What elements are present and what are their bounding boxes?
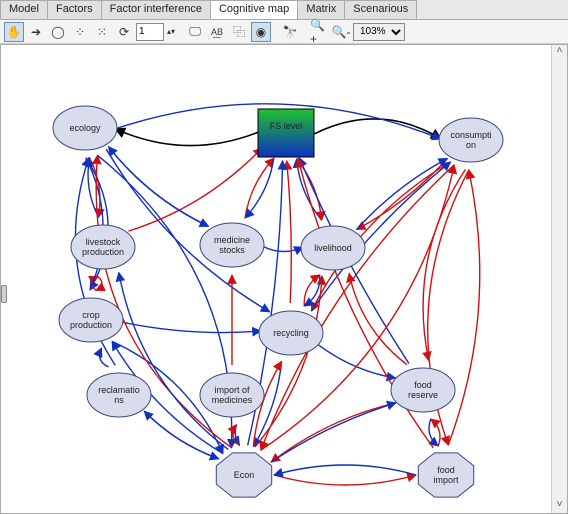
spin-input[interactable] bbox=[136, 23, 164, 41]
node-ecology[interactable]: ecology bbox=[53, 106, 117, 150]
node-food_reserve[interactable]: foodreserve bbox=[391, 368, 455, 412]
edge-medicine_stocks-livelihood[interactable] bbox=[262, 246, 303, 252]
find-button[interactable]: 🔭 bbox=[280, 22, 300, 42]
node-medicine_stocks[interactable]: medicinestocks bbox=[200, 223, 264, 267]
node-food_import[interactable]: foodimport bbox=[418, 453, 473, 497]
hand-tool-button[interactable]: ✋ bbox=[4, 22, 24, 42]
canvas[interactable]: FS level ecology consumption livestockprodu… bbox=[0, 44, 568, 514]
edge-recycling-fs[interactable] bbox=[287, 161, 292, 303]
spin-up-button[interactable]: ▴▾ bbox=[166, 22, 176, 42]
edge-econ-livestock[interactable] bbox=[119, 273, 228, 450]
display-button[interactable]: 🖵 bbox=[185, 22, 205, 42]
vertical-scrollbar[interactable]: ˄ ˅ bbox=[551, 45, 567, 513]
tab-matrix[interactable]: Matrix bbox=[297, 0, 345, 19]
node-econ[interactable]: Econ bbox=[216, 453, 271, 497]
node-reclamations[interactable]: reclamations bbox=[87, 373, 151, 417]
toolbar: ✋ ➔ ◯ ⁘ ⁙ ⟳ ▴▾ 🖵 A͟B ⿻ ◉ 🔭 🔍+ 🔍- 103% bbox=[0, 20, 568, 44]
scroll-up-icon[interactable]: ˄ bbox=[553, 45, 567, 59]
copy-button[interactable]: ⿻ bbox=[229, 22, 249, 42]
edge-crop-recycling[interactable] bbox=[121, 322, 261, 333]
edge-recycling-food_reserve[interactable] bbox=[319, 345, 396, 378]
node-livestock[interactable]: livestockproduction bbox=[71, 225, 135, 269]
edge-food_import-econ[interactable] bbox=[274, 465, 416, 475]
edge-medicine_stocks-ecology[interactable] bbox=[108, 147, 208, 227]
node-fs-level[interactable]: FS level bbox=[258, 109, 314, 157]
edge-fs-consumption[interactable] bbox=[314, 119, 441, 139]
edge-livestock-fs[interactable] bbox=[128, 148, 262, 231]
zoom-in-button[interactable]: 🔍+ bbox=[309, 22, 329, 42]
edge-ecology-medicine_stocks[interactable] bbox=[108, 147, 208, 227]
edge-food_reserve-food_import[interactable] bbox=[429, 419, 438, 446]
tab-factors[interactable]: Factors bbox=[47, 0, 102, 19]
edge-econ-food_reserve[interactable] bbox=[271, 403, 396, 462]
edge-fs-medicine_stocks[interactable] bbox=[245, 158, 274, 218]
refresh-button[interactable]: ⟳ bbox=[114, 22, 134, 42]
edge-reclamations-econ[interactable] bbox=[144, 411, 218, 459]
ab-button[interactable]: A͟B bbox=[207, 22, 227, 42]
scroll-down-icon[interactable]: ˅ bbox=[553, 499, 567, 513]
edge-food_import-consumption[interactable] bbox=[448, 170, 480, 445]
edge-food_reserve-econ[interactable] bbox=[271, 403, 396, 462]
edge-econ-livelihood[interactable] bbox=[255, 276, 322, 447]
edge-fs-ecology[interactable] bbox=[115, 129, 258, 146]
zoom-select[interactable]: 103% bbox=[353, 23, 405, 41]
node-recycling[interactable]: recycling bbox=[259, 311, 323, 355]
edge-food_reserve-livelihood[interactable] bbox=[349, 273, 407, 364]
tab-cognitive-map[interactable]: Cognitive map bbox=[210, 0, 298, 19]
target-button[interactable]: ◉ bbox=[251, 22, 271, 42]
edge-medicine_stocks-fs[interactable] bbox=[245, 158, 274, 218]
edge-consumption-food_reserve[interactable] bbox=[423, 169, 465, 360]
nodes-tool-1-button[interactable]: ⁘ bbox=[70, 22, 90, 42]
tab-factor-interference[interactable]: Factor interference bbox=[101, 0, 211, 19]
edge-econ-reclamations[interactable] bbox=[144, 411, 218, 459]
nodes-tool-2-button[interactable]: ⁙ bbox=[92, 22, 112, 42]
node-crop[interactable]: cropproduction bbox=[59, 298, 123, 342]
node-import_med[interactable]: import ofmedicines bbox=[200, 373, 264, 417]
circle-tool-button[interactable]: ◯ bbox=[48, 22, 68, 42]
edge-econ-food_import[interactable] bbox=[274, 475, 416, 485]
node-consumption[interactable]: consumption bbox=[439, 118, 503, 162]
tab-model[interactable]: Model bbox=[0, 0, 48, 19]
arrow-tool-button[interactable]: ➔ bbox=[26, 22, 46, 42]
node-livelihood[interactable]: livelihood bbox=[301, 226, 365, 270]
zoom-out-button[interactable]: 🔍- bbox=[331, 22, 351, 42]
tab-scenarious[interactable]: Scenarious bbox=[344, 0, 417, 19]
edge-livestock-crop[interactable] bbox=[96, 277, 102, 291]
edge-food_import-food_reserve[interactable] bbox=[431, 419, 440, 446]
tab-bar: ModelFactorsFactor interferenceCognitive… bbox=[0, 0, 568, 20]
